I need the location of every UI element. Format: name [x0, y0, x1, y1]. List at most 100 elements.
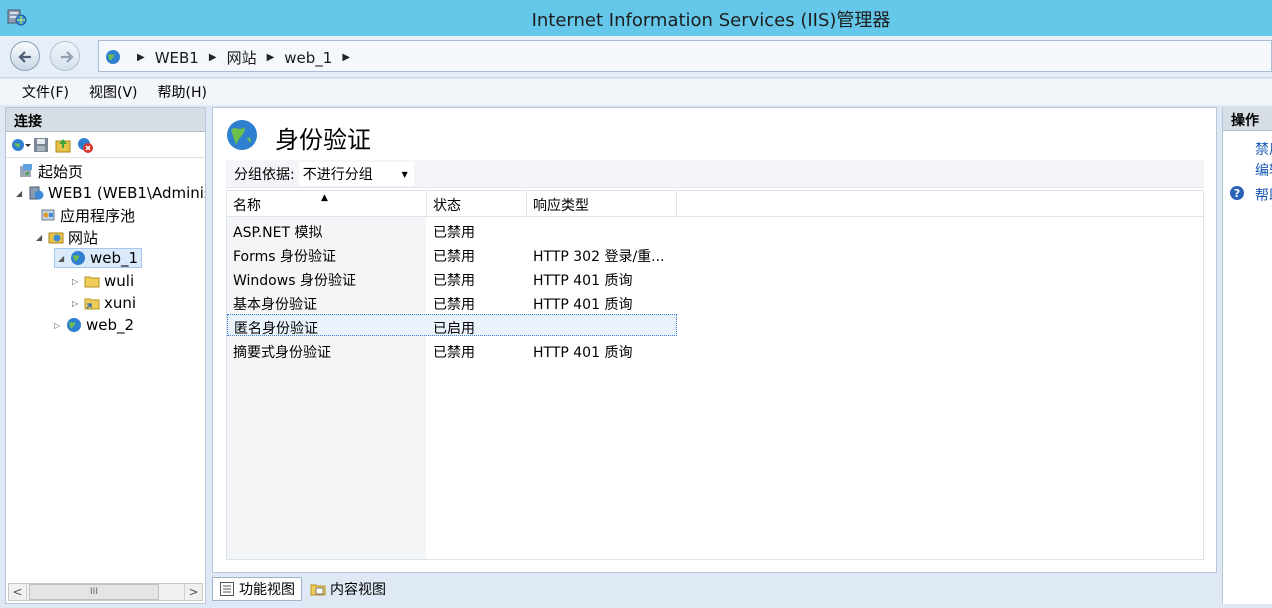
address-bar[interactable]: ▶ WEB1 ▶ 网站 ▶ web_1 ▶: [98, 40, 1272, 72]
row-response-type: HTTP 401 质询: [533, 297, 633, 313]
back-arrow-icon: [18, 51, 31, 63]
scroll-thumb[interactable]: III: [29, 584, 159, 600]
row-status: 已禁用: [433, 297, 475, 313]
expand-icon[interactable]: ▷: [54, 321, 64, 330]
action-disable[interactable]: 禁用: [1255, 139, 1272, 159]
site-globe-icon: [71, 251, 85, 265]
connections-toolbar: [6, 132, 205, 158]
tree-item-xuni[interactable]: ▷ xuni: [72, 293, 136, 313]
forward-arrow-icon: [61, 51, 74, 63]
row-status: 已启用: [433, 321, 475, 335]
table-row[interactable]: Forms 身份验证 已禁用 HTTP 302 登录/重...: [227, 243, 677, 265]
tab-content-view[interactable]: 内容视图: [304, 577, 392, 601]
column-header-filler: [677, 191, 1203, 217]
tree-item-server[interactable]: ◢ WEB1 (WEB1\Adminis: [16, 183, 205, 203]
menu-file[interactable]: 文件(F): [22, 82, 69, 102]
row-status: 已禁用: [433, 345, 475, 361]
forward-button[interactable]: [50, 41, 80, 71]
tree-item-sites[interactable]: ◢ 网站: [36, 227, 98, 247]
row-name: Windows 身份验证: [233, 273, 356, 289]
row-status: 已禁用: [433, 225, 475, 241]
tree-item-label: 网站: [68, 228, 99, 247]
group-by-dropdown[interactable]: 不进行分组 ▼: [298, 161, 414, 186]
action-edit[interactable]: 编辑...: [1255, 160, 1272, 180]
table-row[interactable]: Windows 身份验证 已禁用 HTTP 401 质询: [227, 267, 677, 289]
action-help[interactable]: 帮助: [1255, 185, 1272, 205]
tree-item-start-page[interactable]: 起始页: [18, 161, 83, 181]
connections-pane: 连接 起始页 ◢ WEB1 (WEB1\Adminis 应用程序池 ◢ 网站 ◢…: [5, 107, 206, 604]
breadcrumb-separator[interactable]: ▶: [267, 52, 275, 63]
features-view-icon: [220, 582, 234, 596]
group-by-value: 不进行分组: [302, 166, 373, 183]
column-header-response-type[interactable]: 响应类型: [527, 191, 677, 217]
up-level-icon[interactable]: [54, 136, 72, 154]
column-header-status[interactable]: 状态: [427, 191, 527, 217]
row-name: ASP.NET 模拟: [233, 225, 323, 241]
row-name: 基本身份验证: [233, 297, 317, 313]
folder-icon: [84, 276, 100, 288]
horizontal-scrollbar[interactable]: < III >: [8, 583, 203, 601]
save-icon[interactable]: [32, 136, 50, 154]
view-tabs: 功能视图 内容视图: [212, 576, 394, 602]
group-by-bar: 分组依据: 不进行分组 ▼: [226, 160, 1204, 188]
menu-help[interactable]: 帮助(H): [158, 82, 207, 102]
row-name: Forms 身份验证: [233, 249, 337, 265]
collapse-icon[interactable]: ◢: [58, 254, 68, 263]
breadcrumb-sites[interactable]: 网站: [227, 47, 257, 68]
table-row[interactable]: 摘要式身份验证 已禁用 HTTP 401 质询: [227, 339, 677, 361]
menu-view[interactable]: 视图(V): [89, 82, 138, 102]
column-header-name[interactable]: 名称 ▲: [227, 191, 427, 217]
breadcrumb-separator[interactable]: ▶: [342, 52, 350, 63]
row-response-type: [527, 315, 676, 335]
page-title: 身份验证: [275, 126, 371, 154]
title-bar: Internet Information Services (IIS)管理器: [0, 0, 1272, 36]
tree-item-label: web_1: [90, 249, 139, 267]
connect-icon[interactable]: [10, 136, 31, 154]
breadcrumb-web1[interactable]: WEB1: [155, 49, 199, 67]
sites-folder-icon: [48, 232, 64, 244]
collapse-icon[interactable]: ◢: [16, 189, 26, 198]
address-row: ▶ WEB1 ▶ 网站 ▶ web_1 ▶: [0, 36, 1272, 78]
feature-pane: 身份验证 分组依据: 不进行分组 ▼ 名称 ▲ 状态 响应类型 ASP.NET …: [212, 107, 1217, 573]
tree-item-label: 起始页: [38, 162, 84, 181]
scroll-right-button[interactable]: >: [184, 584, 202, 600]
menu-bar: 文件(F) 视图(V) 帮助(H): [0, 79, 1272, 105]
tab-label: 功能视图: [239, 582, 295, 598]
column-header-label: 响应类型: [533, 198, 589, 214]
collapse-icon[interactable]: ◢: [36, 233, 46, 242]
start-page-icon: [20, 164, 32, 177]
tree-item-web-1[interactable]: ◢ web_1: [54, 248, 143, 268]
table-row[interactable]: ASP.NET 模拟 已禁用: [227, 219, 677, 241]
help-icon[interactable]: ?: [1229, 185, 1245, 201]
authentication-globe-icon: [227, 120, 257, 150]
tree-item-web-2[interactable]: ▷ web_2: [54, 315, 134, 335]
globe-icon: [106, 50, 120, 64]
expand-icon[interactable]: ▷: [72, 277, 82, 286]
row-response-type: HTTP 401 质询: [533, 273, 633, 289]
connections-tree: 起始页 ◢ WEB1 (WEB1\Adminis 应用程序池 ◢ 网站 ◢ we…: [6, 158, 205, 578]
table-row-selected[interactable]: 匿名身份验证 已启用: [227, 314, 677, 336]
breadcrumb-separator: ▶: [137, 52, 145, 63]
disconnect-icon[interactable]: [76, 136, 94, 154]
connections-header: 连接: [6, 108, 205, 132]
actions-header: 操作: [1223, 107, 1272, 131]
tree-item-app-pools[interactable]: 应用程序池: [40, 205, 135, 225]
breadcrumb-web-1[interactable]: web_1: [284, 49, 332, 67]
row-status: 已禁用: [433, 273, 475, 289]
breadcrumb-separator[interactable]: ▶: [209, 52, 217, 63]
scroll-left-button[interactable]: <: [9, 584, 27, 600]
row-response-type: [527, 219, 677, 241]
table-row[interactable]: 基本身份验证 已禁用 HTTP 401 质询: [227, 291, 677, 313]
back-button[interactable]: [10, 41, 40, 71]
authentication-list: 名称 ▲ 状态 响应类型 ASP.NET 模拟 已禁用 Forms 身份验证 已…: [226, 190, 1204, 560]
svg-text:?: ?: [1234, 187, 1240, 200]
row-response-type: HTTP 302 登录/重...: [533, 249, 665, 265]
tab-features-view[interactable]: 功能视图: [212, 577, 302, 601]
list-header: 名称 ▲ 状态 响应类型: [227, 191, 1203, 217]
tree-item-label: wuli: [104, 272, 135, 290]
expand-icon[interactable]: ▷: [72, 299, 82, 308]
tree-item-wuli[interactable]: ▷ wuli: [72, 271, 134, 291]
column-header-label: 名称: [233, 198, 261, 214]
row-name: 匿名身份验证: [234, 321, 318, 335]
tree-item-label: WEB1 (WEB1\Adminis: [48, 184, 205, 202]
